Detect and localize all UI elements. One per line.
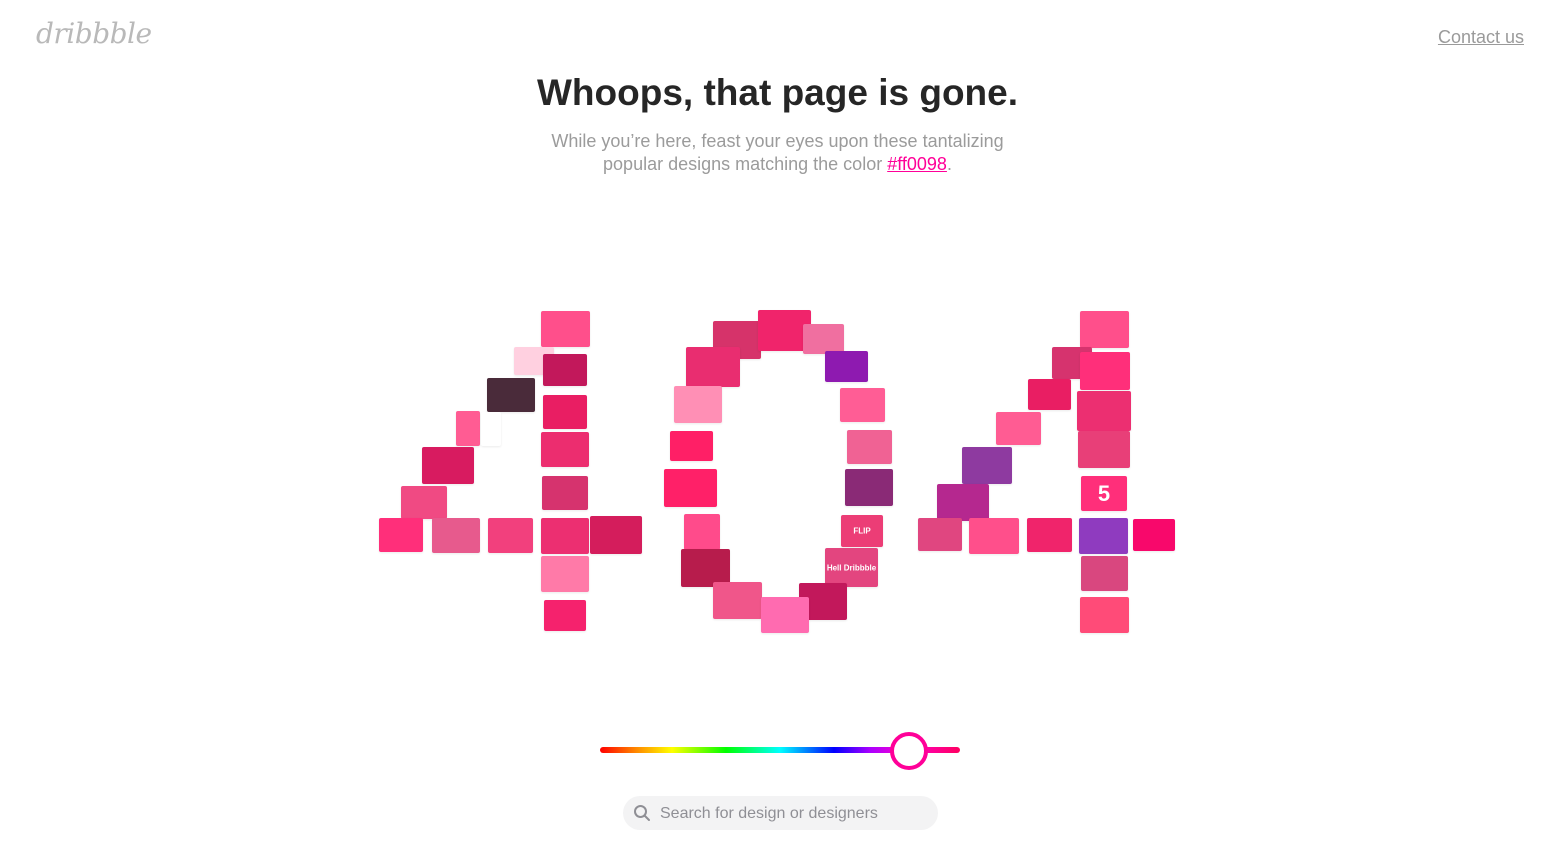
design-shot-thumbnail[interactable]	[1081, 556, 1128, 591]
subtitle-line-2: popular designs matching the color #ff00…	[0, 153, 1555, 176]
design-shot-thumbnail[interactable]	[1080, 311, 1129, 348]
search-icon	[634, 805, 650, 821]
design-shot-thumbnail[interactable]	[1080, 352, 1130, 390]
design-shot-thumbnail[interactable]	[542, 476, 588, 510]
color-slider-handle[interactable]	[890, 732, 928, 770]
design-shot-thumbnail[interactable]	[541, 432, 589, 467]
design-shot-thumbnail[interactable]	[1077, 391, 1131, 431]
design-shot-thumbnail[interactable]	[541, 556, 589, 592]
design-shot-thumbnail[interactable]	[840, 388, 885, 422]
shot-label: 5	[1097, 480, 1111, 506]
design-shot-thumbnail[interactable]	[1028, 379, 1071, 410]
search-input[interactable]	[658, 796, 932, 832]
subtitle-suffix: .	[946, 154, 952, 174]
design-shot-thumbnail[interactable]	[481, 412, 501, 446]
design-shot-thumbnail[interactable]	[488, 518, 533, 553]
design-shot-thumbnail[interactable]	[487, 378, 535, 412]
design-shot-thumbnail[interactable]	[1078, 431, 1130, 468]
design-shot-thumbnail[interactable]	[761, 597, 809, 633]
page: dribbble Contact us Whoops, that page is…	[0, 0, 1555, 862]
shot-label: Hell Dribbble	[826, 563, 877, 572]
design-shot-thumbnail[interactable]	[825, 351, 868, 382]
design-shot-thumbnail[interactable]	[684, 514, 720, 550]
design-shot-thumbnail[interactable]	[996, 412, 1041, 445]
dribbble-logo[interactable]: dribbble	[36, 17, 152, 50]
design-shot-thumbnail[interactable]	[670, 431, 713, 461]
shot-label: FLIP	[853, 526, 871, 536]
design-shot-thumbnail[interactable]	[422, 447, 474, 484]
subtitle-line-1: While you’re here, feast your eyes upon …	[551, 131, 1004, 151]
design-shot-thumbnail[interactable]	[401, 486, 447, 519]
design-shot-thumbnail[interactable]	[674, 386, 722, 423]
design-shot-thumbnail[interactable]	[1133, 519, 1175, 551]
page-title: Whoops, that page is gone.	[537, 72, 1018, 113]
design-shot-thumbnail[interactable]: Hell Dribbble	[825, 548, 878, 587]
design-shot-thumbnail[interactable]: FLIP	[841, 515, 883, 547]
design-shot-thumbnail[interactable]	[962, 447, 1012, 484]
design-shot-thumbnail[interactable]	[432, 518, 480, 553]
design-shot-thumbnail[interactable]	[918, 518, 962, 551]
design-shot-thumbnail[interactable]	[847, 430, 892, 464]
design-shot-thumbnail[interactable]	[1027, 518, 1072, 552]
search-bar[interactable]	[623, 796, 938, 832]
design-shot-thumbnail[interactable]	[544, 600, 586, 631]
color-hex-link[interactable]: #ff0098	[887, 154, 947, 174]
design-shot-thumbnail[interactable]	[590, 516, 642, 554]
design-shot-thumbnail[interactable]: 5	[1081, 476, 1127, 511]
design-shot-thumbnail[interactable]	[686, 347, 740, 387]
design-shot-thumbnail[interactable]	[541, 518, 589, 554]
design-shot-thumbnail[interactable]	[845, 469, 893, 506]
design-shot-thumbnail[interactable]	[456, 411, 480, 446]
design-shot-thumbnail[interactable]	[1079, 518, 1128, 554]
subtitle-prefix: popular designs matching the color	[603, 154, 888, 174]
design-shot-thumbnail[interactable]	[803, 324, 844, 354]
design-shot-thumbnail[interactable]	[937, 484, 989, 521]
design-shot-thumbnail[interactable]	[969, 518, 1019, 554]
design-shot-thumbnail[interactable]	[541, 311, 590, 347]
design-shot-thumbnail[interactable]	[379, 518, 423, 552]
design-shot-thumbnail[interactable]	[713, 582, 762, 619]
design-shot-thumbnail[interactable]	[1080, 597, 1129, 633]
design-shot-thumbnail[interactable]	[664, 469, 717, 507]
contact-us-link[interactable]: Contact us	[1438, 27, 1524, 48]
design-shot-thumbnail[interactable]	[543, 395, 587, 429]
page-subtitle: While you’re here, feast your eyes upon …	[0, 130, 1555, 176]
design-shot-thumbnail[interactable]	[543, 354, 587, 386]
